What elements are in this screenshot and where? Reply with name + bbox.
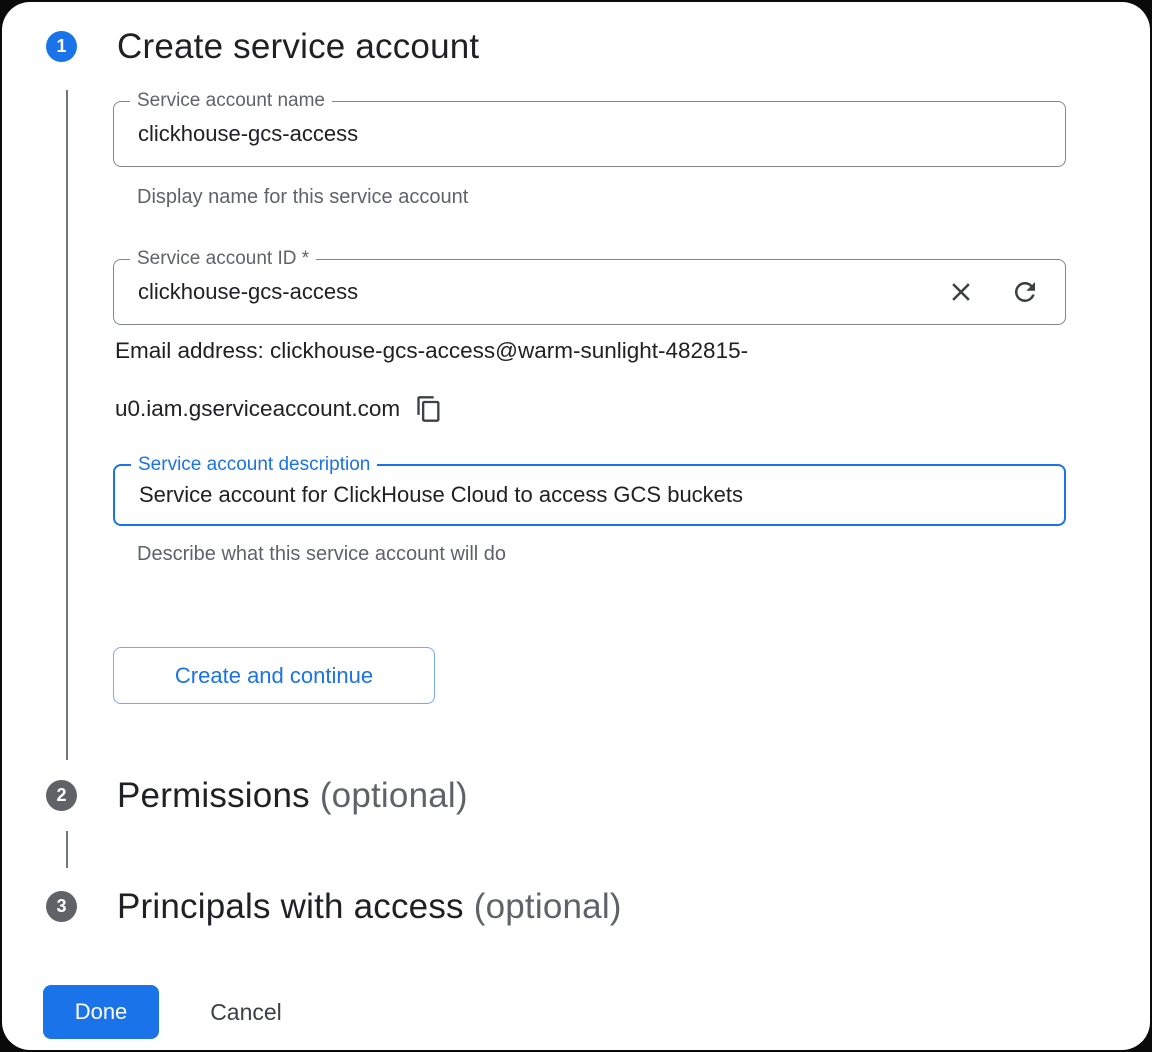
create-and-continue-button[interactable]: Create and continue (113, 647, 435, 704)
step-connector (66, 90, 68, 760)
copy-email-button[interactable] (415, 395, 443, 426)
step-2-optional-text: (optional) (320, 776, 468, 815)
done-button[interactable]: Done (43, 985, 159, 1039)
step-1-title: Create service account (117, 24, 479, 70)
service-account-name-helper: Display name for this service account (137, 186, 468, 209)
step-2-title-text: Permissions (117, 776, 310, 815)
create-and-continue-label: Create and continue (175, 663, 373, 689)
service-account-name-field: Service account name (113, 101, 1066, 167)
service-account-description-helper: Describe what this service account will … (137, 543, 506, 566)
clear-id-button[interactable] (944, 275, 978, 309)
step-3-title: Principals with access (optional) (117, 884, 622, 930)
step-2-number: 2 (56, 785, 66, 806)
service-account-description-input[interactable] (115, 466, 1064, 524)
step-3-title-text: Principals with access (117, 887, 464, 926)
step-2-title: Permissions (optional) (117, 773, 468, 819)
done-label: Done (75, 999, 128, 1025)
service-account-email-text: Email address: clickhouse-gcs-access@war… (115, 322, 995, 438)
step-1-title-text: Create service account (117, 27, 479, 66)
copy-icon (415, 395, 443, 423)
service-account-id-input[interactable] (114, 260, 1065, 324)
step-1-indicator: 1 (46, 31, 77, 62)
close-icon (946, 277, 976, 307)
service-account-name-input[interactable] (114, 102, 1065, 166)
regenerate-id-button[interactable] (1008, 275, 1042, 309)
cancel-button[interactable]: Cancel (188, 985, 304, 1039)
step-1-number: 1 (56, 36, 66, 57)
step-connector (66, 831, 68, 868)
step-2-indicator: 2 (46, 780, 77, 811)
step-3-indicator: 3 (46, 891, 77, 922)
service-account-description-field: Service account description (113, 464, 1066, 526)
step-3-number: 3 (56, 896, 66, 917)
step-3-optional-text: (optional) (474, 887, 622, 926)
email-line-1: Email address: clickhouse-gcs-access@war… (115, 338, 748, 363)
email-line-2: u0.iam.gserviceaccount.com (115, 396, 400, 421)
service-account-id-field: Service account ID * (113, 259, 1066, 325)
create-service-account-panel: 1 Create service account Service account… (2, 2, 1150, 1050)
cancel-label: Cancel (210, 999, 282, 1026)
id-field-actions (944, 260, 1057, 324)
refresh-icon (1010, 277, 1040, 307)
